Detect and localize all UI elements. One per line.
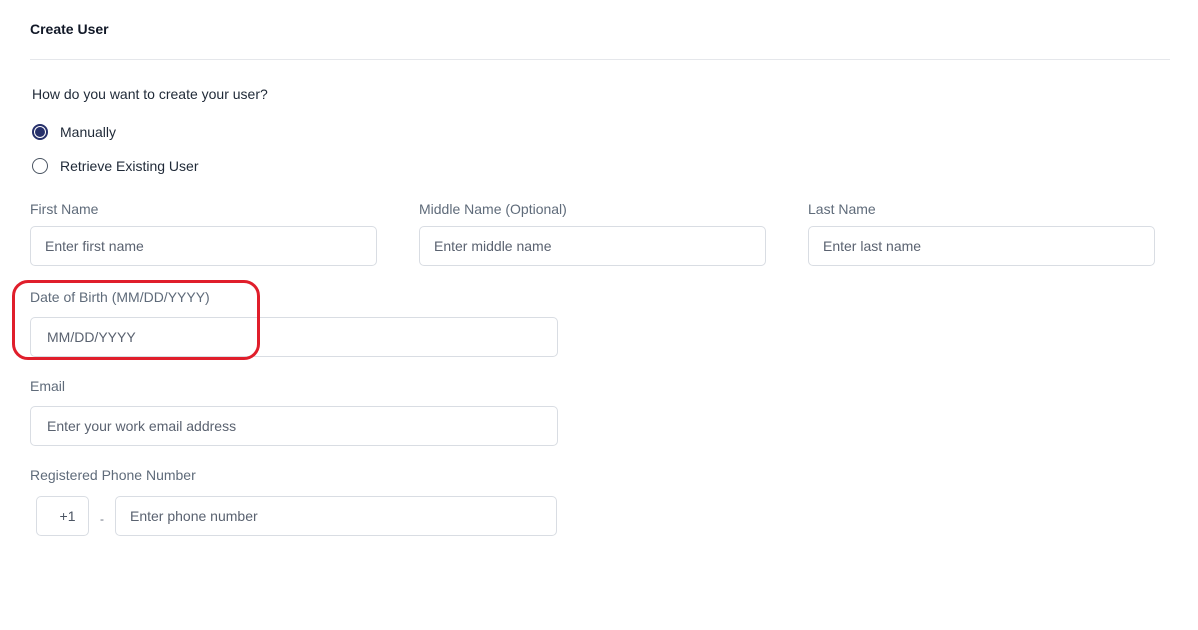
radio-button-unchecked[interactable] <box>32 158 48 174</box>
email-input[interactable] <box>30 406 558 446</box>
create-user-page: Create User How do you want to create yo… <box>0 0 1198 630</box>
middle-name-label: Middle Name (Optional) <box>419 201 567 217</box>
radio-option-manually[interactable]: Manually <box>32 124 116 140</box>
first-name-input[interactable] <box>30 226 377 266</box>
dob-input[interactable] <box>30 317 558 357</box>
country-code-value: +1 <box>59 508 76 524</box>
phone-label: Registered Phone Number <box>30 467 196 483</box>
radio-label-retrieve-existing: Retrieve Existing User <box>60 158 199 174</box>
radio-button-checked[interactable] <box>32 124 48 140</box>
creation-method-question: How do you want to create your user? <box>32 86 268 102</box>
email-label: Email <box>30 378 66 394</box>
header-divider <box>30 59 1170 60</box>
radio-dot <box>35 127 45 137</box>
dob-label: Date of Birth (MM/DD/YYYY) <box>30 289 210 305</box>
first-name-label: First Name <box>30 201 99 217</box>
page-title: Create User <box>30 21 109 37</box>
last-name-input[interactable] <box>808 226 1155 266</box>
phone-separator: - <box>100 512 104 526</box>
middle-name-input[interactable] <box>419 226 766 266</box>
radio-label-manually: Manually <box>60 124 117 140</box>
phone-number-input[interactable] <box>115 496 557 536</box>
last-name-label: Last Name <box>808 201 876 217</box>
radio-option-retrieve-existing[interactable]: Retrieve Existing User <box>32 158 199 174</box>
country-code-selector[interactable]: +1 <box>36 496 89 536</box>
